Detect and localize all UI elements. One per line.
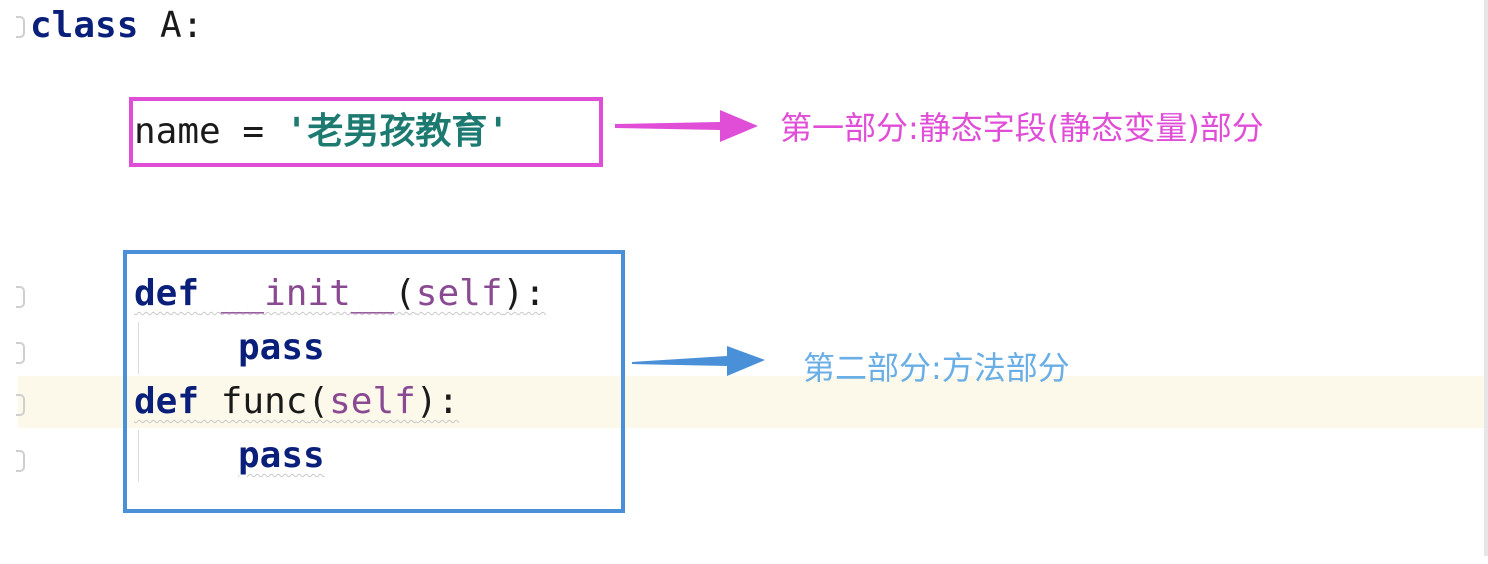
code-line-class[interactable]: class A:: [30, 0, 203, 52]
fold-icon[interactable]: [16, 450, 25, 472]
arrow-right-icon: [632, 346, 765, 376]
fold-icon[interactable]: [16, 342, 25, 364]
editor-scrollbar[interactable]: [1484, 0, 1488, 556]
fold-icon[interactable]: [16, 394, 25, 416]
fold-icon[interactable]: [16, 286, 25, 308]
keyword-class: class: [30, 5, 139, 46]
arrow-right-icon: [615, 110, 758, 142]
static-field-annotation: 第一部分:静态字段(静态变量)部分: [780, 109, 1264, 147]
static-field-highlight-box: [129, 97, 603, 167]
class-name: A:: [138, 5, 204, 46]
fold-icon[interactable]: [16, 16, 25, 38]
method-annotation: 第二部分:方法部分: [803, 349, 1070, 387]
methods-highlight-box: [123, 250, 625, 513]
